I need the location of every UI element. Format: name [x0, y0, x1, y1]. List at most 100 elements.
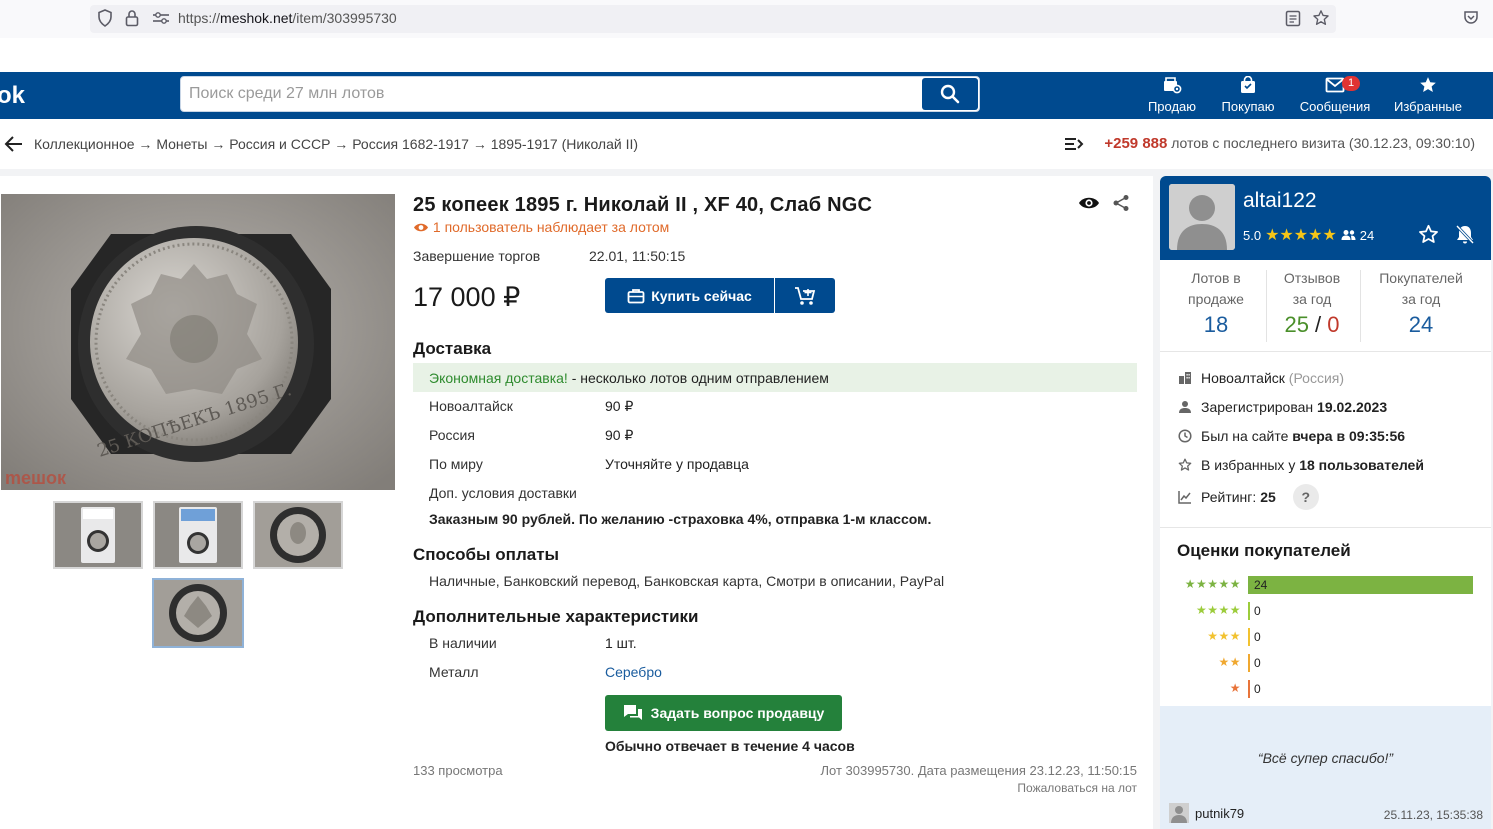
thumbnail-1[interactable] — [53, 501, 143, 569]
report-lot-link[interactable]: Пожаловаться на лот — [1017, 781, 1137, 795]
new-lots-count: +259 888 — [1104, 135, 1168, 152]
lot-info: Лот 303995730. Дата размещения 23.12.23,… — [820, 763, 1137, 778]
rating-count: 0 — [1254, 682, 1261, 696]
watch-eye-icon[interactable] — [1078, 196, 1100, 215]
favorite-seller-star-icon[interactable] — [1418, 224, 1439, 250]
characteristics-heading: Дополнительные характеристики — [413, 607, 699, 626]
payment-methods: Наличные, Банковский перевод, Банковская… — [429, 573, 945, 589]
seller-city: Новоалтайск — [1201, 370, 1285, 386]
review-date: 25.11.23, 15:35:38 — [1383, 808, 1483, 822]
rating-bar — [1248, 576, 1473, 594]
delivery-extra-text: Заказным 90 рублей. По желанию -страховк… — [429, 511, 932, 527]
seller-name[interactable]: altai122 — [1243, 189, 1317, 213]
metal-link[interactable]: Серебро — [605, 664, 662, 680]
thumbnail-2[interactable] — [153, 501, 243, 569]
reader-view-icon[interactable] — [1285, 10, 1301, 30]
reviewer-avatar-icon — [1169, 803, 1189, 823]
watchers-info: 1 пользователь наблюдает за лотом — [413, 219, 669, 235]
search-input[interactable] — [189, 85, 909, 103]
messages-badge: 1 — [1342, 76, 1361, 91]
rating-stars: ★★ — [1218, 655, 1241, 669]
pocket-icon[interactable] — [1463, 10, 1479, 29]
site-logo[interactable]: ok — [0, 82, 25, 110]
nav-buy[interactable]: Покупаю — [1218, 75, 1278, 114]
rating-count: 24 — [1254, 578, 1268, 592]
bookmark-star-icon[interactable] — [1312, 9, 1330, 30]
seller-rating-value: 5.0 — [1243, 227, 1262, 243]
page-top-strip — [0, 38, 1493, 72]
reviewer[interactable]: putnik79 — [1169, 803, 1244, 823]
search-button[interactable] — [922, 78, 978, 110]
url-text[interactable]: https://meshok.net/item/303995730 — [178, 10, 397, 26]
favorites-value: 18 пользователей — [1299, 457, 1424, 473]
delivery-row-value: Уточняйте у продавца — [605, 456, 749, 472]
lock-icon[interactable] — [125, 9, 139, 30]
delivery-row-label: Новоалтайск — [429, 398, 513, 414]
rating-bar-axis — [1248, 680, 1250, 698]
reviews-stat[interactable]: Отзывов за год 25 / 0 — [1272, 268, 1352, 337]
online-label: Был на сайте — [1201, 428, 1293, 444]
nav-messages[interactable]: 1 Сообщения — [1298, 75, 1372, 114]
ask-seller-label: Задать вопрос продавцу — [650, 705, 825, 721]
rating-value: 25 — [1260, 489, 1276, 505]
reviews-negative: 0 — [1327, 312, 1340, 337]
sell-icon — [1164, 77, 1182, 94]
lot-main-photo[interactable]: 25 КОПѢЕКЪ 1895 Г. meшок — [1, 194, 395, 490]
lot-price: 17 000 ₽ — [413, 282, 521, 312]
photo-watermark: meшок — [5, 468, 67, 488]
payment-heading: Способы оплаты — [413, 545, 560, 564]
economy-delivery-highlight: Экономная доставка! — [429, 370, 568, 386]
reviews-label-2: за год — [1292, 291, 1332, 307]
clock-icon — [1178, 429, 1192, 443]
visits-list-icon[interactable] — [1064, 136, 1084, 157]
breadcrumb-row: Коллекционное → Монеты → Россия и СССР →… — [0, 119, 1493, 169]
seller-rating-row: Рейтинг: 25 ? — [1178, 484, 1319, 510]
reviews-positive: 25 — [1284, 312, 1309, 337]
buyers-value: 24 — [1408, 312, 1434, 337]
divider — [1266, 270, 1267, 342]
metal-label: Металл — [429, 664, 479, 680]
search-icon — [940, 84, 960, 104]
chart-line-icon — [1178, 491, 1191, 504]
nav-favorites[interactable]: Избранные — [1392, 75, 1464, 114]
divider — [1360, 270, 1361, 342]
rating-count: 0 — [1254, 656, 1261, 670]
city-icon — [1179, 372, 1191, 384]
favorites-label: В избранных у — [1201, 457, 1300, 473]
add-to-cart-button[interactable] — [775, 278, 835, 313]
rating-help-button[interactable]: ? — [1292, 484, 1319, 510]
breadcrumb[interactable]: Коллекционное → Монеты → Россия и СССР →… — [34, 136, 638, 152]
briefcase-icon — [627, 288, 645, 303]
thumbnail-3[interactable] — [253, 501, 343, 569]
permissions-icon[interactable] — [152, 11, 170, 28]
nav-sell[interactable]: Продаю — [1146, 75, 1198, 114]
share-icon[interactable] — [1112, 194, 1130, 217]
delivery-heading: Доставка — [413, 339, 492, 358]
notifications-off-icon[interactable] — [1455, 224, 1475, 250]
nav-sell-label: Продаю — [1147, 99, 1197, 114]
back-arrow-icon[interactable] — [4, 135, 24, 158]
lots-label-2: продаже — [1188, 291, 1244, 307]
new-lots-since-visit[interactable]: +259 888 лотов с последнего визита (30.1… — [1104, 135, 1475, 152]
browser-toolbar: https://meshok.net/item/303995730 — [0, 0, 1493, 38]
seller-info: Новоалтайск (Россия) Зарегистрирован 19.… — [1160, 352, 1491, 528]
shield-icon[interactable] — [97, 9, 113, 30]
rating-row: ★★★ 0 — [1160, 628, 1491, 648]
delivery-row-label: По миру — [429, 456, 483, 472]
economy-delivery-text: - несколько лотов одним отправлением — [567, 370, 829, 386]
ask-seller-button[interactable]: Задать вопрос продавцу — [605, 695, 842, 731]
buyers-stat[interactable]: Покупателей за год 24 — [1368, 268, 1474, 337]
lots-for-sale-stat[interactable]: Лотов в продаже 18 — [1174, 268, 1258, 336]
seller-country: (Россия) — [1288, 370, 1345, 386]
buyers-label: Покупателей — [1379, 270, 1463, 286]
rating-row: ★★★★ 0 — [1160, 602, 1491, 622]
seller-card-header: altai122 5.0 ★★★★★ 24 — [1160, 176, 1491, 260]
seller-avatar[interactable] — [1169, 184, 1235, 250]
reviews-label: Отзывов — [1283, 270, 1341, 286]
rating-bar-axis — [1248, 654, 1250, 672]
rating-count: 0 — [1254, 630, 1261, 644]
star-outline-icon — [1178, 458, 1192, 471]
buy-now-button[interactable]: Купить сейчас — [605, 278, 774, 313]
seller-location: Новоалтайск (Россия) — [1178, 370, 1344, 386]
thumbnail-4-active[interactable] — [152, 578, 244, 648]
